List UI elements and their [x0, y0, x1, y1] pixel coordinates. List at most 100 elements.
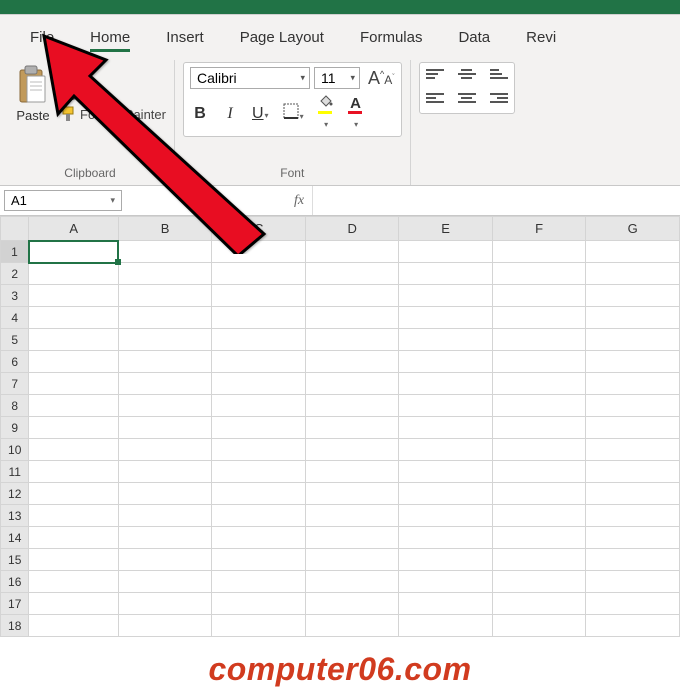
cell[interactable]	[586, 505, 680, 527]
cell[interactable]	[399, 307, 493, 329]
cell[interactable]	[586, 307, 680, 329]
row-header-18[interactable]: 18	[1, 615, 29, 637]
cell[interactable]	[399, 571, 493, 593]
cell[interactable]	[399, 527, 493, 549]
column-header-E[interactable]: E	[399, 217, 493, 241]
row-header-3[interactable]: 3	[1, 285, 29, 307]
cell[interactable]	[29, 527, 118, 549]
cell[interactable]	[492, 505, 586, 527]
align-left-button[interactable]	[426, 93, 444, 107]
cell[interactable]	[118, 505, 212, 527]
cell[interactable]	[492, 549, 586, 571]
align-right-button[interactable]	[490, 93, 508, 107]
cell[interactable]	[29, 417, 118, 439]
column-header-F[interactable]: F	[492, 217, 586, 241]
cell[interactable]	[29, 483, 118, 505]
tab-formulas[interactable]: Formulas	[342, 23, 441, 56]
cell[interactable]	[118, 241, 212, 263]
cell[interactable]	[29, 461, 118, 483]
cell[interactable]	[305, 483, 399, 505]
cell[interactable]	[305, 285, 399, 307]
cell[interactable]	[492, 241, 586, 263]
cell[interactable]	[399, 351, 493, 373]
row-header-7[interactable]: 7	[1, 373, 29, 395]
cell[interactable]	[212, 615, 306, 637]
cell[interactable]	[212, 483, 306, 505]
align-middle-button[interactable]	[458, 69, 476, 83]
cell[interactable]	[492, 263, 586, 285]
format-painter-button[interactable]: Format Painter	[60, 106, 166, 122]
cell[interactable]	[305, 439, 399, 461]
cell[interactable]	[399, 461, 493, 483]
cell[interactable]	[586, 395, 680, 417]
cell[interactable]	[29, 329, 118, 351]
column-header-D[interactable]: D	[305, 217, 399, 241]
cell[interactable]	[399, 285, 493, 307]
cell[interactable]	[29, 351, 118, 373]
cell[interactable]	[399, 373, 493, 395]
font-color-button[interactable]: A ▾	[348, 95, 364, 132]
cell[interactable]	[492, 593, 586, 615]
cell[interactable]	[399, 615, 493, 637]
cell[interactable]	[118, 615, 212, 637]
cell[interactable]	[29, 439, 118, 461]
cell[interactable]	[305, 329, 399, 351]
cell[interactable]	[305, 527, 399, 549]
tab-home[interactable]: Home	[72, 23, 148, 56]
cell[interactable]	[492, 439, 586, 461]
cell[interactable]	[212, 527, 306, 549]
cell[interactable]	[586, 329, 680, 351]
cell[interactable]	[399, 483, 493, 505]
cell[interactable]	[212, 307, 306, 329]
cell[interactable]	[492, 527, 586, 549]
cell[interactable]	[492, 285, 586, 307]
cell[interactable]	[586, 241, 680, 263]
cell[interactable]	[118, 307, 212, 329]
name-box[interactable]: A1 ▾	[4, 190, 122, 211]
cell[interactable]	[212, 395, 306, 417]
cell[interactable]	[118, 373, 212, 395]
cell[interactable]	[118, 549, 212, 571]
row-header-4[interactable]: 4	[1, 307, 29, 329]
cell[interactable]	[29, 241, 118, 263]
cell[interactable]	[212, 373, 306, 395]
cell[interactable]	[305, 461, 399, 483]
cell[interactable]	[492, 373, 586, 395]
cell[interactable]	[492, 329, 586, 351]
column-header-C[interactable]: C	[212, 217, 306, 241]
cell[interactable]	[399, 439, 493, 461]
paste-button[interactable]: Paste	[14, 62, 52, 125]
cell[interactable]	[586, 527, 680, 549]
cell[interactable]	[399, 241, 493, 263]
cell[interactable]	[29, 593, 118, 615]
copy-button[interactable]	[60, 84, 166, 100]
font-name-select[interactable]: Calibri ▾	[190, 67, 310, 89]
row-header-13[interactable]: 13	[1, 505, 29, 527]
cell[interactable]	[212, 329, 306, 351]
cell[interactable]	[586, 417, 680, 439]
cell[interactable]	[212, 285, 306, 307]
cell[interactable]	[29, 373, 118, 395]
cell[interactable]	[118, 439, 212, 461]
cell[interactable]	[399, 549, 493, 571]
cell[interactable]	[118, 483, 212, 505]
cell[interactable]	[586, 351, 680, 373]
cell[interactable]	[399, 395, 493, 417]
cell[interactable]	[118, 263, 212, 285]
align-top-button[interactable]	[426, 69, 444, 83]
cell[interactable]	[305, 307, 399, 329]
cell[interactable]	[492, 615, 586, 637]
tab-review[interactable]: Revi	[508, 23, 574, 56]
cell[interactable]	[305, 571, 399, 593]
column-header-A[interactable]: A	[29, 217, 118, 241]
cell[interactable]	[305, 351, 399, 373]
cell[interactable]	[305, 615, 399, 637]
cell[interactable]	[586, 263, 680, 285]
tab-page-layout[interactable]: Page Layout	[222, 23, 342, 56]
underline-button[interactable]: U▾	[252, 105, 269, 123]
cell[interactable]	[399, 417, 493, 439]
cell[interactable]	[212, 417, 306, 439]
cell[interactable]	[586, 549, 680, 571]
cell[interactable]	[29, 615, 118, 637]
row-header-14[interactable]: 14	[1, 527, 29, 549]
